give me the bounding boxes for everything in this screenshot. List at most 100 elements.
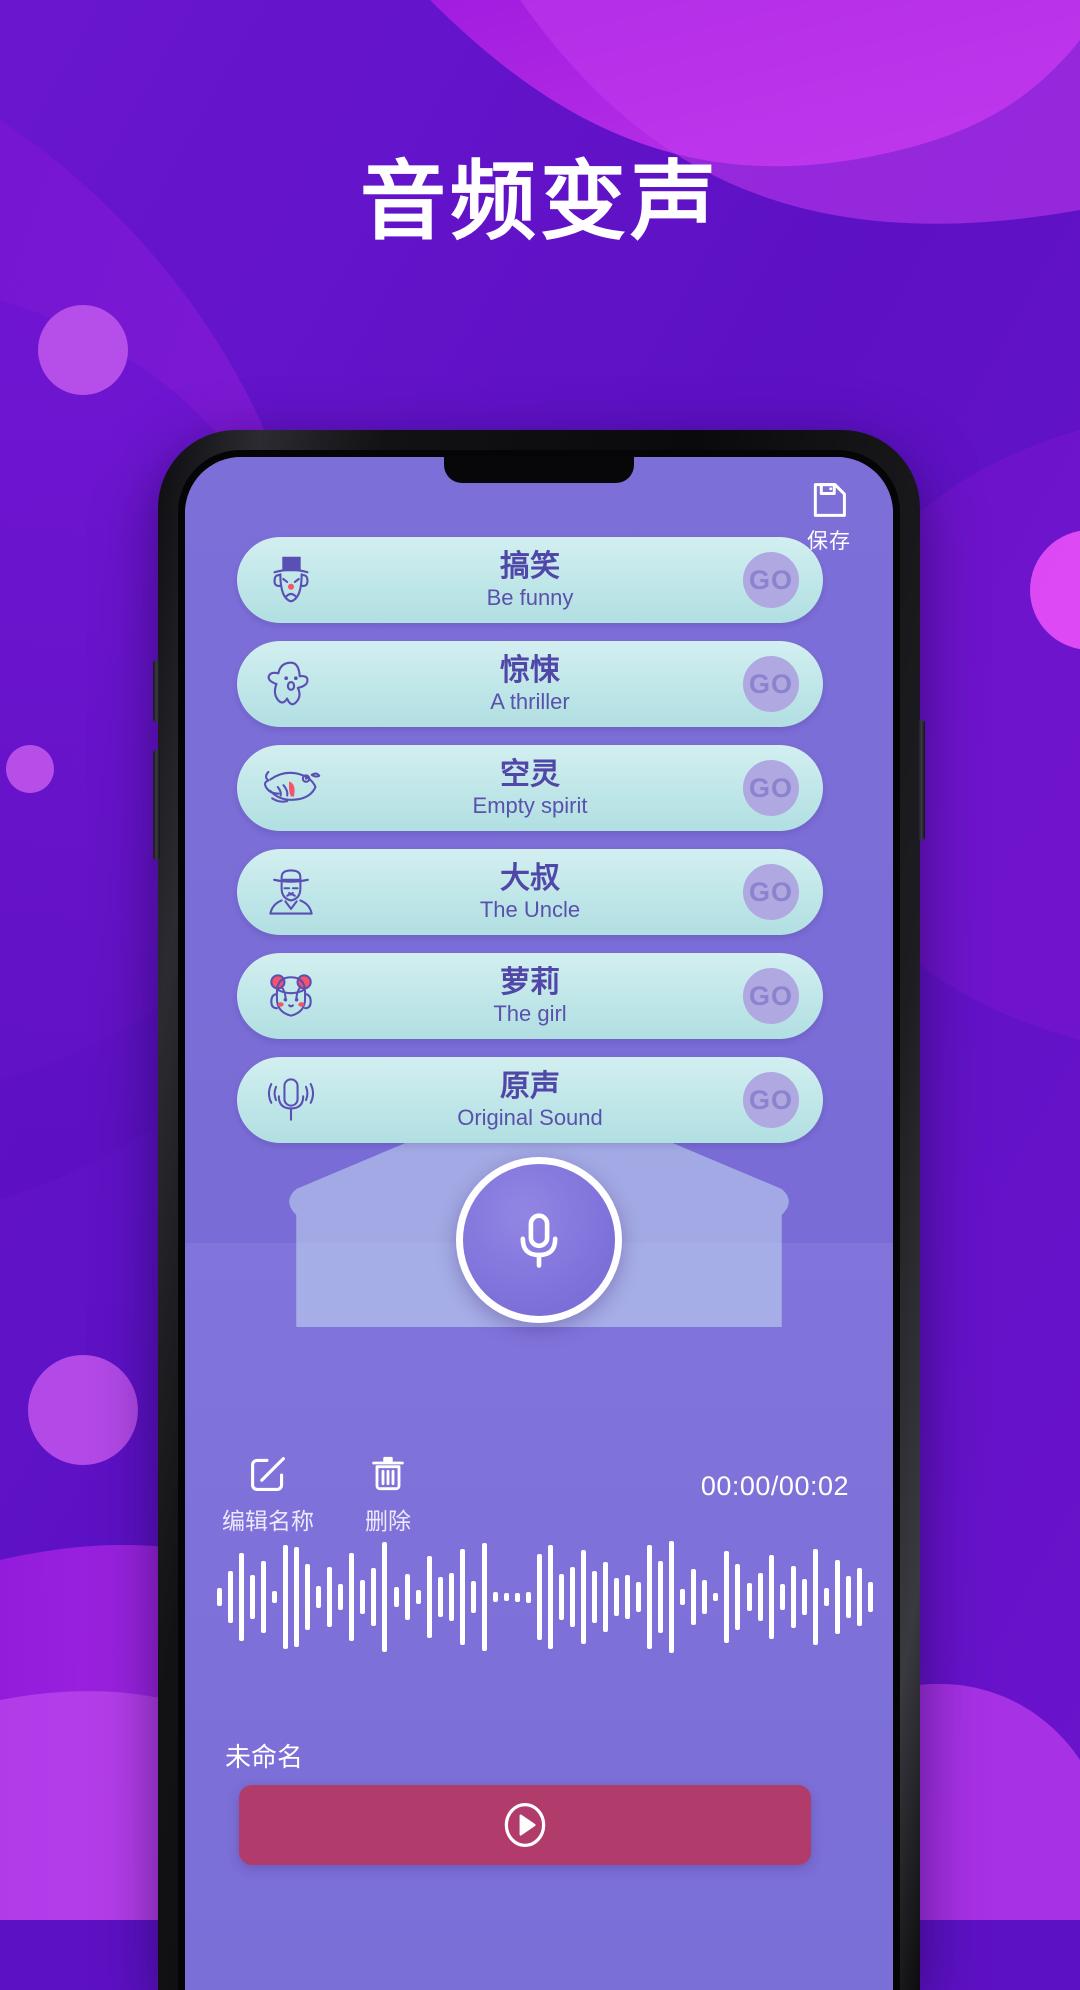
waveform-bar [536,1554,542,1640]
waveform-bar [261,1561,267,1633]
phone-notch [444,457,634,483]
waveform-bar [437,1577,443,1617]
waveform-bar [338,1584,344,1610]
voice-name-en: The girl [493,1000,567,1026]
waveform-bar [239,1553,245,1641]
voice-name-en: Empty spirit [472,792,588,818]
waveform-bar [592,1571,598,1623]
waveform-bar [702,1580,708,1614]
edit-name-button[interactable]: 编辑名称 [222,1452,314,1536]
go-button[interactable]: GO [743,1072,799,1128]
waveform-bar [558,1574,564,1620]
ghost-icon [237,653,345,715]
voice-row-the-uncle[interactable]: 大叔 The Uncle GO [237,849,823,935]
waveform-bar [812,1549,818,1645]
waveform-bar [426,1556,432,1638]
phone-mockup: 保存 搞笑 Be funny GO 惊悚 A thriller GO 空灵 Em… [153,430,925,1990]
waveform-bar [636,1582,642,1612]
waveform-bar [481,1543,487,1651]
waveform-bar [305,1564,311,1630]
waveform-bar [360,1580,366,1614]
phone-bezel: 保存 搞笑 Be funny GO 惊悚 A thriller GO 空灵 Em… [178,450,900,1990]
waveform-bar [404,1574,410,1620]
voice-name-en: A thriller [490,688,570,714]
floppy-disk-icon [813,483,846,517]
waveform-bar [603,1562,609,1632]
go-button[interactable]: GO [743,656,799,712]
voice-row-text: 惊悚 A thriller [331,654,729,715]
microphone-icon [520,1213,558,1268]
clip-tools: 编辑名称 删除 [222,1452,431,1536]
waveform-bar [856,1568,862,1626]
waveform-bar [448,1573,454,1621]
waveform-bar [823,1588,829,1606]
waveform-bar [735,1564,741,1630]
waveform-bar [845,1576,851,1618]
phone-side-button-volume-down [153,750,160,860]
phone-side-button-volume-up [153,660,160,722]
voice-row-text: 萝莉 The girl [331,966,729,1027]
waveform-bar [867,1582,873,1612]
waveform-bar [503,1593,509,1601]
voice-row-a-thriller[interactable]: 惊悚 A thriller GO [237,641,823,727]
voice-name-cn: 原声 [500,1069,560,1103]
girl-face-icon [237,966,345,1026]
waveform-bar [834,1560,840,1634]
record-button[interactable] [456,1157,622,1323]
delete-label: 删除 [365,1508,411,1534]
track-name-label: 未命名 [225,1742,304,1772]
voice-name-cn: 萝莉 [500,965,560,999]
voice-name-en: The Uncle [479,896,581,922]
voice-row-empty-spirit[interactable]: 空灵 Empty spirit GO [237,745,823,831]
waveform[interactable] [217,1532,873,1662]
trash-icon [372,1456,404,1491]
voice-name-cn: 搞笑 [500,549,560,583]
decor-circle-top-left [38,305,128,395]
waveform-bar [614,1578,620,1616]
go-button[interactable]: GO [743,552,799,608]
waveform-bar [669,1541,675,1653]
voice-name-en: Original Sound [457,1104,603,1130]
voice-name-cn: 大叔 [500,861,560,895]
waveform-bar [768,1555,774,1639]
play-button[interactable] [239,1785,811,1865]
waveform-bar [514,1592,520,1602]
voice-name-cn: 空灵 [500,757,560,791]
waveform-bar [724,1551,730,1643]
waveform-bar [272,1591,278,1603]
go-button[interactable]: GO [743,968,799,1024]
waveform-bar [393,1587,399,1607]
man-with-hat-icon [237,862,345,922]
fish-icon [237,759,345,817]
waveform-bar [250,1575,256,1619]
voice-row-text: 大叔 The Uncle [331,862,729,923]
waveform-bar [283,1545,289,1649]
waveform-bar [349,1553,355,1641]
page-title: 音频变声 [360,154,720,250]
voice-row-text: 空灵 Empty spirit [331,758,729,819]
voice-row-original-sound[interactable]: 原声 Original Sound GO [237,1057,823,1143]
voice-row-be-funny[interactable]: 搞笑 Be funny GO [237,537,823,623]
waveform-bar [801,1579,807,1615]
waveform-bar [746,1583,752,1611]
waveform-bar [492,1592,498,1602]
waveform-bar [570,1567,575,1627]
go-button[interactable]: GO [743,760,799,816]
waveform-bar [757,1573,763,1621]
waveform-bar [647,1545,653,1649]
waveform-bar [581,1550,587,1644]
waveform-bar [294,1547,300,1647]
clown-face-icon [237,549,345,611]
waveform-bar [680,1589,686,1605]
delete-button[interactable]: 删除 [345,1452,431,1536]
waveform-bar [228,1571,234,1623]
waveform-bar [327,1567,333,1627]
waveform-bar [779,1584,785,1610]
waveform-bar [547,1545,553,1649]
voice-row-the-girl[interactable]: 萝莉 The girl GO [237,953,823,1039]
waveform-bar [790,1566,796,1628]
phone-screen: 保存 搞笑 Be funny GO 惊悚 A thriller GO 空灵 Em… [185,457,893,1990]
go-button[interactable]: GO [743,864,799,920]
phone-side-button-power [918,720,925,840]
waveform-bar [713,1593,719,1601]
